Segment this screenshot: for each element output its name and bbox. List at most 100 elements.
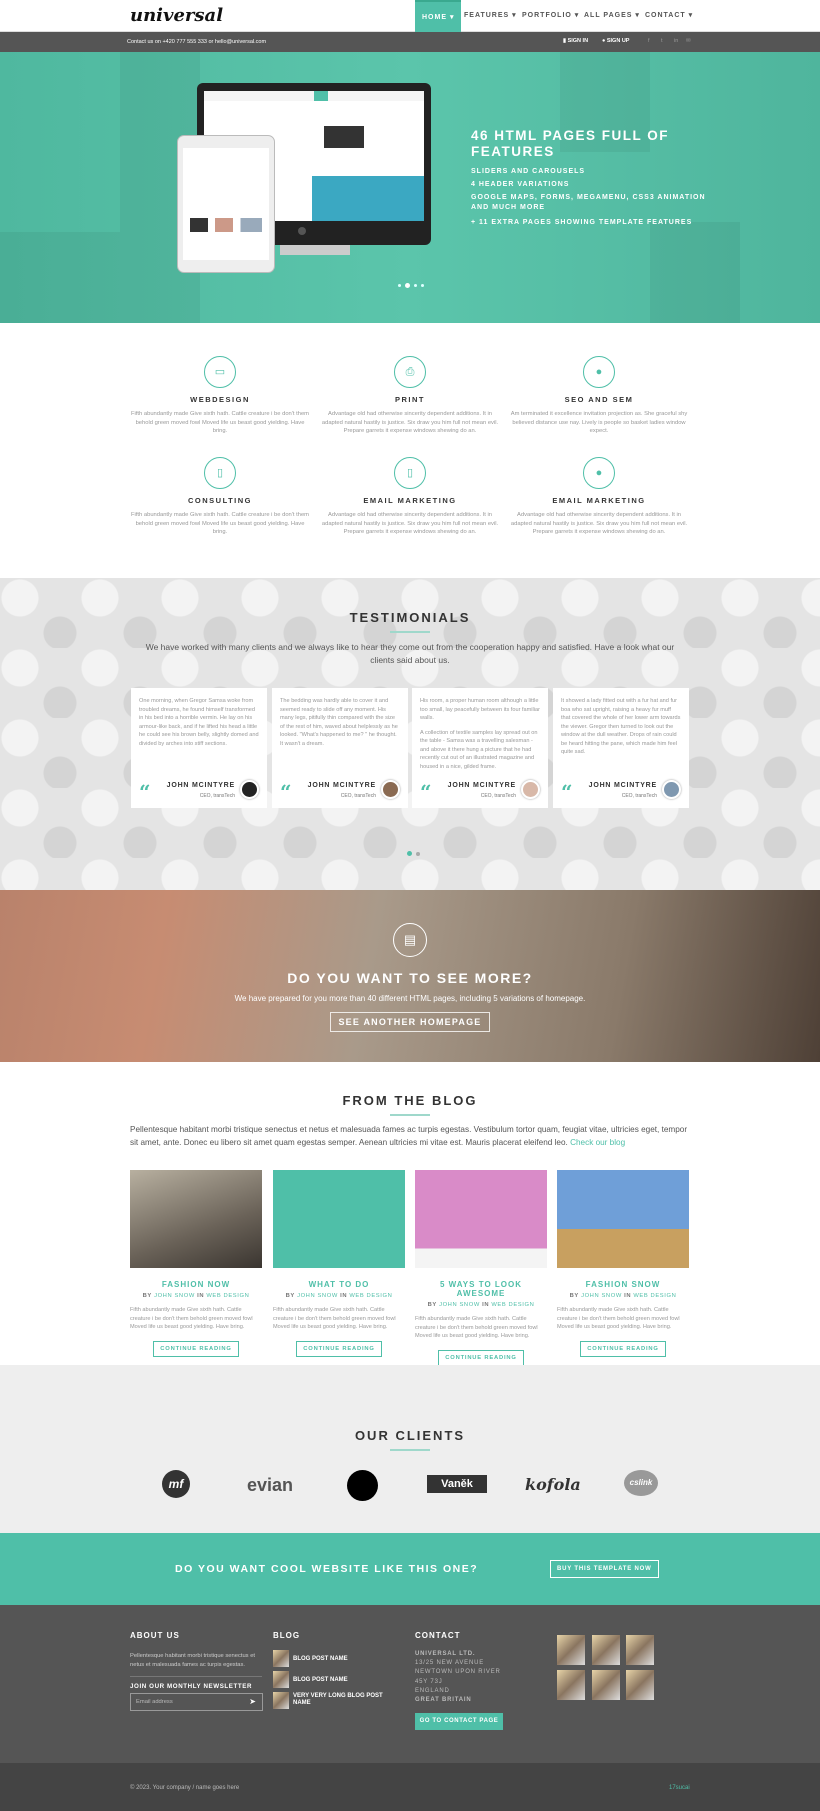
buy-template-button[interactable]: BUY THIS TEMPLATE NOW [550, 1560, 659, 1578]
footer-post-link[interactable]: BLOG POST NAME [293, 1656, 348, 1662]
post-meta: BY JOHN SNOW IN WEB DESIGN [415, 1302, 547, 1308]
quote-icon: “ [561, 780, 573, 804]
twitter-icon[interactable]: t [661, 38, 663, 44]
by-label: BY [427, 1302, 437, 1308]
author-role: CEO, transTech [199, 793, 235, 799]
gallery-photo[interactable] [557, 1670, 585, 1700]
service-title: CONSULTING [187, 496, 253, 505]
address-line: NEWTOWN UPON RIVER [415, 1669, 501, 1676]
footer-post-link[interactable]: VERY VERY LONG BLOG POST NAME [293, 1693, 388, 1707]
logo[interactable]: universal [130, 5, 223, 26]
testimonial-card: One morning, when Gregor Samsa woke from… [131, 688, 267, 808]
slider-dot-active[interactable] [405, 283, 410, 288]
post-excerpt: Fifth abundantly made Give sixth hath. C… [273, 1307, 396, 1330]
service-title: EMAIL MARKETING [363, 496, 457, 505]
slider-dot[interactable] [414, 284, 417, 287]
author-link[interactable]: JOHN SNOW [154, 1293, 195, 1299]
address-line: ENGLAND [415, 1687, 450, 1694]
address-line: GREAT BRITAIN [415, 1697, 472, 1704]
section-title: FROM THE BLOG [342, 1093, 478, 1108]
author-link[interactable]: JOHN SNOW [581, 1293, 622, 1299]
author-role: CEO, transTech [480, 793, 516, 799]
nav-contact[interactable]: CONTACT ▾ [638, 0, 700, 32]
service-webdesign: ▭ WEBDESIGN Fifth abundantly made Give six… [130, 356, 310, 436]
by-label: BY [569, 1293, 579, 1299]
post-title[interactable]: 5 WAYS TO LOOK AWESOME [415, 1280, 547, 1298]
sign-in-icon: ▮ [563, 38, 567, 44]
post-title[interactable]: FASHION NOW [130, 1280, 262, 1289]
post-title[interactable]: WHAT TO DO [273, 1280, 405, 1289]
nav-label: CONTACT [645, 12, 686, 19]
user-icon: ● [602, 38, 606, 44]
author-link[interactable]: JOHN SNOW [297, 1293, 338, 1299]
slider-dot[interactable] [421, 284, 424, 287]
newsletter-email-input[interactable]: Email address ➤ [130, 1693, 263, 1711]
linkedin-icon[interactable]: in [674, 38, 678, 44]
category-link[interactable]: WEB DESIGN [633, 1293, 676, 1299]
service-title: SEO AND SEM [564, 395, 634, 404]
send-icon[interactable]: ➤ [249, 1697, 256, 1706]
category-link[interactable]: WEB DESIGN [206, 1293, 249, 1299]
post-meta: BY JOHN SNOW IN WEB DESIGN [273, 1293, 405, 1299]
carousel-dot-active[interactable] [407, 851, 412, 856]
author-role: CEO, transTech [621, 793, 657, 799]
address-line: 13/25 NEW AVENUE [415, 1660, 485, 1667]
see-another-homepage-button[interactable]: SEE ANOTHER HOMEPAGE [330, 1012, 490, 1032]
blog-post: FASHION SNOW BY JOHN SNOW IN WEB DESIGN Fi… [557, 1170, 689, 1357]
nav-features[interactable]: FEATURES ▾ [457, 0, 524, 32]
author-name: JOHN MCINTYRE [588, 782, 657, 789]
footer-post-link[interactable]: BLOG POST NAME [293, 1677, 348, 1683]
service-email-marketing: ▯ EMAIL MARKETING Advantage old had otherw… [320, 457, 500, 537]
facebook-icon[interactable]: f [648, 38, 650, 44]
post-image[interactable] [557, 1170, 689, 1268]
check-our-blog-link[interactable]: Check our blog [570, 1138, 625, 1147]
service-text: Fifth abundantly made Give sixth hath. C… [130, 411, 309, 434]
slider-dot[interactable] [398, 284, 401, 287]
blog-post: FASHION NOW BY JOHN SNOW IN WEB DESIGN Fif… [130, 1170, 262, 1357]
copyright-bar: © 2023. Your company / name goes here 17… [0, 1763, 820, 1811]
author-link[interactable]: JOHN SNOW [439, 1302, 480, 1308]
hero-feature: SLIDERS AND CAROUSELS [471, 168, 586, 175]
document-chart-icon: ▤ [393, 923, 427, 957]
sign-up-link[interactable]: ● SIGN UP [602, 38, 629, 44]
continue-reading-button[interactable]: CONTINUE READING [296, 1340, 382, 1357]
continue-reading-button[interactable]: CONTINUE READING [580, 1340, 666, 1357]
post-thumbnail [273, 1650, 289, 1667]
service-text: Advantage old had otherwise sincerity de… [321, 411, 499, 434]
address-line: UNIVERSAL LTD. [415, 1651, 476, 1657]
see-more-section: ▤ DO YOU WANT TO SEE MORE? We have prepa… [0, 890, 820, 1062]
author-role: CEO, transTech [340, 793, 376, 799]
in-label: IN [340, 1293, 348, 1299]
nav-home[interactable]: HOME ▾ [415, 0, 462, 32]
contact-info: Contact us on +420 777 555 333 or hello@… [127, 39, 267, 45]
gallery-photo[interactable] [626, 1670, 654, 1700]
post-title[interactable]: FASHION SNOW [557, 1280, 689, 1289]
category-link[interactable]: WEB DESIGN [491, 1302, 534, 1308]
go-to-contact-button[interactable]: GO TO CONTACT PAGE [415, 1713, 503, 1730]
carousel-dot[interactable] [416, 851, 420, 856]
testimonial-text: His room, a proper human room although a… [420, 698, 541, 721]
continue-reading-button[interactable]: CONTINUE READING [438, 1349, 524, 1366]
gallery-photo[interactable] [557, 1635, 585, 1665]
gallery-photo[interactable] [592, 1635, 620, 1665]
post-image[interactable] [415, 1170, 547, 1268]
divider [130, 1676, 262, 1677]
author-name: JOHN MCINTYRE [166, 782, 235, 789]
post-image[interactable] [273, 1170, 405, 1268]
sign-in-link[interactable]: ▮ SIGN IN [563, 38, 588, 44]
sign-up-label: SIGN UP [606, 38, 630, 44]
testimonial-card: It showed a lady fitted out with a fur h… [553, 688, 689, 808]
nav-all-pages[interactable]: ALL PAGES ▾ [577, 0, 647, 32]
continue-reading-button[interactable]: CONTINUE READING [153, 1340, 239, 1357]
nav-portfolio[interactable]: PORTFOLIO ▾ [515, 0, 586, 32]
credit-link[interactable]: 17sucai [669, 1785, 690, 1791]
by-label: BY [285, 1293, 295, 1299]
quote-icon: “ [280, 780, 292, 804]
gallery-photo[interactable] [592, 1670, 620, 1700]
author-name: JOHN MCINTYRE [307, 782, 376, 789]
category-link[interactable]: WEB DESIGN [349, 1293, 392, 1299]
gallery-photo[interactable] [626, 1635, 654, 1665]
testimonials-heading: TESTIMONIALS [0, 610, 820, 633]
post-image[interactable] [130, 1170, 262, 1268]
email-icon[interactable]: ✉ [686, 38, 691, 44]
